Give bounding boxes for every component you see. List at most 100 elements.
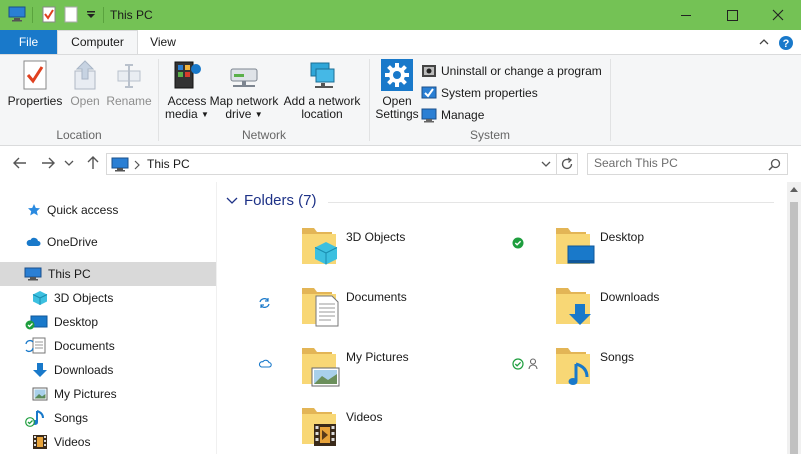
properties-icon[interactable] <box>42 6 56 23</box>
nav-item-videos[interactable]: Videos <box>0 430 216 454</box>
search-box[interactable] <box>587 153 788 175</box>
ribbon-tab-bar: File Computer View ? <box>0 30 801 55</box>
map-network-drive-line2: drive ▼ <box>225 107 263 121</box>
folder-item-desktop[interactable]: Desktop <box>554 220 794 272</box>
folder-item-documents[interactable]: Documents <box>300 280 540 332</box>
cloud-icon <box>26 237 41 246</box>
system-properties-icon <box>421 86 437 99</box>
syncing-icon <box>259 298 270 308</box>
ribbon-separator <box>610 59 611 141</box>
nav-item-desktop[interactable]: Desktop <box>0 310 216 334</box>
folder-item-my-pictures[interactable]: My Pictures <box>300 340 540 392</box>
nav-item-label: 3D Objects <box>54 291 114 305</box>
system-properties-button[interactable]: System properties <box>421 84 538 102</box>
computer-icon <box>24 267 42 281</box>
folder-item-downloads[interactable]: Downloads <box>554 280 794 332</box>
refresh-icon <box>561 157 573 170</box>
breadcrumb-chevron-icon[interactable] <box>133 160 141 170</box>
back-arrow-icon[interactable] <box>12 155 28 171</box>
up-arrow-icon[interactable] <box>85 155 101 171</box>
chevron-up-icon[interactable] <box>758 35 770 49</box>
media-icon <box>174 61 201 89</box>
rename-label: Rename <box>106 94 152 108</box>
add-network-location-button[interactable]: Add a network location <box>281 59 363 121</box>
group-label-network: Network <box>241 128 286 142</box>
properties-icon <box>23 60 47 90</box>
refresh-button[interactable] <box>557 153 578 175</box>
navigation-pane: Quick access OneDrive This PC 3D Objects… <box>0 182 217 454</box>
nav-item-onedrive[interactable]: OneDrive <box>0 230 216 254</box>
nav-item-songs[interactable]: Songs <box>0 406 216 430</box>
manage-button[interactable]: Manage <box>421 106 484 124</box>
sync-complete-outline-icon <box>512 358 524 370</box>
folder-desktop-icon <box>556 228 595 264</box>
group-label-system: System <box>469 128 510 142</box>
folders-group-header[interactable]: Folders (7) <box>226 192 317 209</box>
close-button[interactable] <box>755 0 801 30</box>
music-icon <box>25 410 44 427</box>
nav-item-3d-objects[interactable]: 3D Objects <box>0 286 216 310</box>
folder-3d-objects-icon <box>302 228 338 265</box>
pictures-icon <box>32 387 48 401</box>
nav-item-label: My Pictures <box>54 387 117 401</box>
folder-item-3d-objects[interactable]: 3D Objects <box>300 220 540 272</box>
address-bar[interactable]: This PC <box>106 153 557 175</box>
folder-name: Desktop <box>600 230 645 244</box>
scroll-up-icon[interactable] <box>790 186 798 192</box>
vertical-scrollbar[interactable] <box>787 182 801 454</box>
folders-group-title: Folders (7) <box>244 192 317 209</box>
minimize-button[interactable] <box>663 0 709 30</box>
chevron-down-icon[interactable] <box>541 160 551 168</box>
search-icon[interactable] <box>768 158 781 171</box>
nav-item-label: Documents <box>54 339 115 353</box>
map-network-drive-button[interactable]: Map network drive ▼ <box>209 59 279 121</box>
folder-item-videos[interactable]: Videos <box>300 400 540 452</box>
add-network-location-line2: location <box>301 107 343 121</box>
folder-item-songs[interactable]: Songs <box>554 340 794 392</box>
maximize-button[interactable] <box>709 0 755 30</box>
download-icon <box>33 363 47 377</box>
folder-name: Videos <box>346 410 383 424</box>
customize-dropdown-icon[interactable] <box>86 10 96 20</box>
star-icon <box>28 204 40 216</box>
new-folder-icon[interactable] <box>64 6 78 23</box>
recent-locations-chevron-icon[interactable] <box>64 159 74 167</box>
title-bar[interactable]: This PC <box>0 0 801 30</box>
folder-documents-icon <box>302 288 339 327</box>
search-input[interactable] <box>594 156 754 170</box>
open-settings-button[interactable]: Open Settings <box>373 59 421 121</box>
computer-icon[interactable] <box>8 6 26 22</box>
help-icon[interactable]: ? <box>778 35 794 51</box>
nav-item-my-pictures[interactable]: My Pictures <box>0 382 216 406</box>
desktop-icon <box>25 315 48 330</box>
navigation-bar: This PC <box>0 146 801 182</box>
rename-button[interactable]: Rename <box>106 59 152 108</box>
nav-item-label: OneDrive <box>47 235 98 249</box>
nav-item-this-pc[interactable]: This PC <box>0 262 216 286</box>
breadcrumb-this-pc[interactable]: This PC <box>147 157 190 171</box>
ribbon-group-location: Properties Open Rename Location <box>0 55 158 145</box>
tab-view[interactable]: View <box>138 30 188 54</box>
tab-file[interactable]: File <box>0 30 57 54</box>
ribbon: Properties Open Rename Location Access m… <box>0 54 801 146</box>
uninstall-program-button[interactable]: Uninstall or change a program <box>421 62 602 80</box>
nav-item-downloads[interactable]: Downloads <box>0 358 216 382</box>
documents-icon <box>25 337 46 354</box>
folder-name: Documents <box>346 290 407 304</box>
open-button[interactable]: Open <box>66 59 104 108</box>
svg-text:?: ? <box>783 38 790 50</box>
forward-arrow-icon[interactable] <box>40 155 56 171</box>
nav-item-label: Downloads <box>54 363 114 377</box>
rename-icon <box>117 64 141 88</box>
access-media-button[interactable]: Access media ▼ <box>163 59 211 121</box>
nav-item-label: Quick access <box>47 203 119 217</box>
nav-item-quick-access[interactable]: Quick access <box>0 198 216 222</box>
tab-computer[interactable]: Computer <box>57 30 138 55</box>
group-divider <box>328 202 774 203</box>
properties-button[interactable]: Properties <box>6 59 64 108</box>
explorer-window: This PC File Computer View ? Properties … <box>0 0 801 454</box>
nav-item-documents[interactable]: Documents <box>0 334 216 358</box>
folder-name: 3D Objects <box>346 230 406 244</box>
ribbon-group-network: Access media ▼ Map network drive ▼ Add a… <box>159 55 369 145</box>
scrollbar-thumb[interactable] <box>790 202 798 454</box>
